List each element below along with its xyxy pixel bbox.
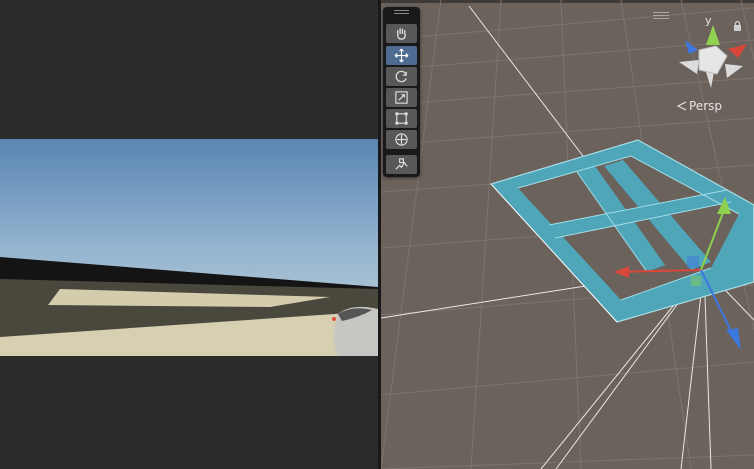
scale-icon — [395, 91, 408, 104]
gizmo-plane-handle — [687, 256, 699, 268]
scene-menu-icon[interactable] — [653, 12, 669, 19]
rect-transform-icon — [395, 112, 408, 125]
move-tool-button[interactable] — [386, 46, 417, 65]
game-view-render — [0, 139, 378, 356]
orient-z-cone-icon — [685, 40, 698, 54]
toolbar-drag-handle[interactable] — [394, 10, 409, 16]
gizmo-z-arrow-icon — [726, 328, 741, 350]
transform-icon — [395, 133, 408, 146]
custom-tool-icon — [395, 158, 408, 170]
scene-view-panel[interactable]: y Persp — [381, 0, 754, 469]
scene-viewport[interactable] — [381, 0, 754, 469]
custom-tool-button[interactable] — [386, 155, 417, 174]
projection-toggle[interactable]: Persp — [677, 99, 722, 113]
scale-tool-button[interactable] — [386, 88, 417, 107]
rotate-icon — [395, 70, 407, 83]
perspective-icon — [677, 101, 687, 111]
gizmo-y-label: y — [705, 14, 712, 27]
lock-icon[interactable] — [733, 21, 742, 31]
tools-overlay[interactable] — [383, 7, 420, 177]
gizmo-plane-handle-2 — [691, 276, 701, 286]
orient-center-cube — [698, 45, 728, 75]
orient-y-cone-icon — [706, 25, 720, 45]
game-camera-image — [0, 139, 378, 356]
orientation-gizmo[interactable] — [679, 25, 747, 88]
move-arrows-icon — [394, 48, 409, 63]
projection-label: Persp — [689, 99, 722, 113]
transform-tool-button[interactable] — [386, 130, 417, 149]
rect-tool-button[interactable] — [386, 109, 417, 128]
hand-tool-button[interactable] — [386, 24, 417, 43]
game-view-panel[interactable] — [0, 0, 378, 469]
rotate-tool-button[interactable] — [386, 67, 417, 86]
hand-icon — [397, 28, 406, 40]
orient-x-cone-icon — [728, 44, 747, 58]
